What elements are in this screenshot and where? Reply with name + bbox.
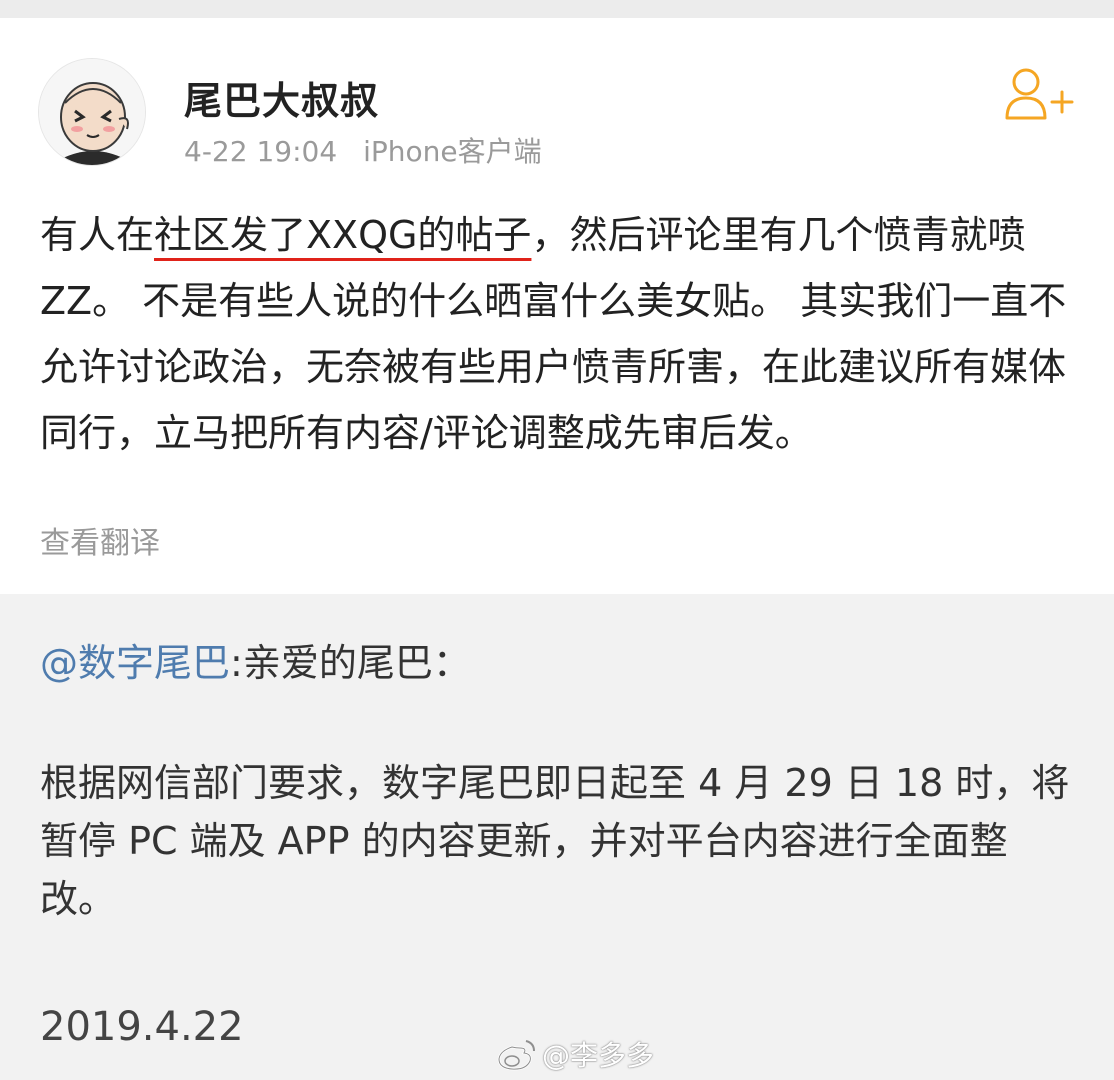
watermark: @李多多 [496, 1032, 654, 1076]
post-body-part1: 有人在 [40, 213, 155, 257]
follow-button[interactable] [1004, 66, 1076, 122]
top-strip [0, 0, 1114, 18]
watermark-text: @李多多 [542, 1039, 655, 1072]
author-name[interactable]: 尾巴大叔叔 [184, 70, 379, 125]
avatar-illustration [39, 59, 145, 165]
add-user-icon [1005, 68, 1074, 120]
post-card: 尾巴大叔叔 4-22 19:04 iPhone客户端 有人在社区发了XXQG的帖子… [0, 18, 1114, 594]
mention-link[interactable]: @数字尾巴 [40, 641, 230, 685]
repost-header: @数字尾巴:亲爱的尾巴： [40, 632, 471, 687]
weibo-logo-icon [497, 1040, 535, 1071]
post-source: iPhone客户端 [363, 135, 542, 168]
reposted-content: @数字尾巴:亲爱的尾巴： 根据网信部门要求，数字尾巴即日起至 4 月 29 日 … [0, 594, 1114, 1080]
translate-link[interactable]: 查看翻译 [40, 518, 160, 562]
repost-body: 根据网信部门要求，数字尾巴即日起至 4 月 29 日 18 时，将暂停 PC 端… [40, 761, 1070, 921]
post-time: 4-22 19:04 [184, 135, 338, 168]
post-meta: 4-22 19:04 iPhone客户端 [184, 130, 542, 170]
repost-greeting: :亲爱的尾巴： [230, 641, 471, 685]
post-body-underlined: 社区发了XXQG的帖子 [154, 213, 532, 257]
avatar[interactable] [38, 58, 146, 166]
repost-date: 2019.4.22 [40, 1004, 244, 1050]
post-body: 有人在社区发了XXQG的帖子，然后评论里有几个愤青就喷ZZ。 不是有些人说的什么… [40, 202, 1080, 466]
